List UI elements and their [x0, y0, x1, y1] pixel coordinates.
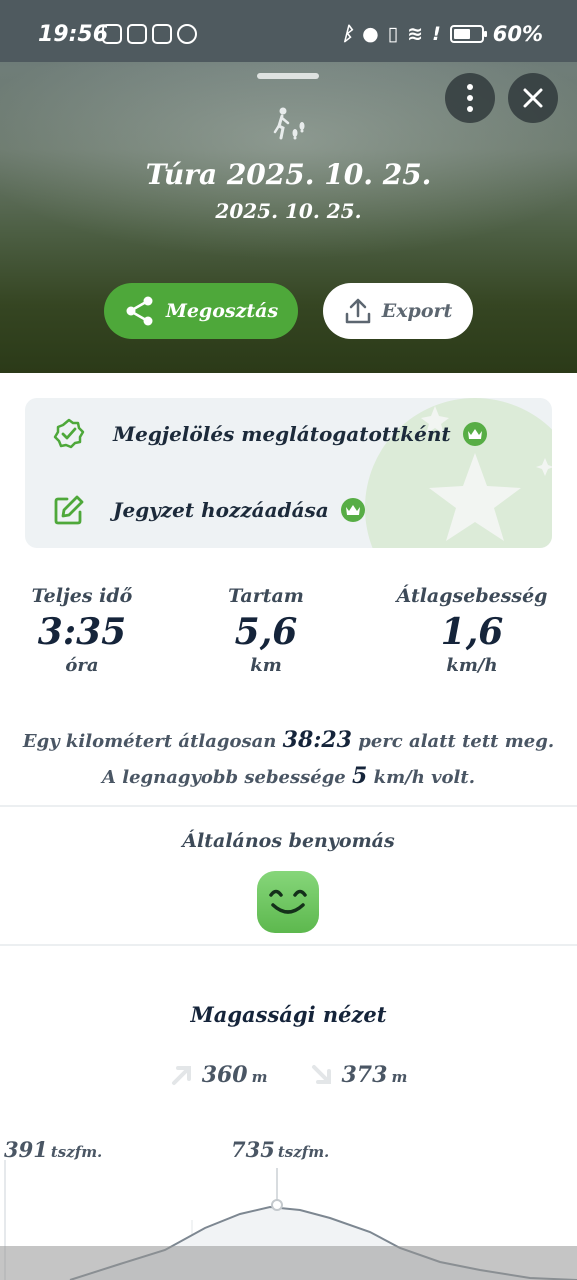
- messenger-icon: [177, 24, 197, 44]
- add-note-label: Jegyzet hozzáadása: [113, 498, 329, 522]
- share-icon: [126, 296, 153, 326]
- descent-value: 373: [341, 1062, 388, 1088]
- vibrate-icon: ▯: [387, 23, 399, 45]
- descent-unit: m: [391, 1068, 408, 1086]
- ascent-unit: m: [251, 1068, 268, 1086]
- stat-unit: óra: [65, 655, 99, 676]
- hiking-icon: [273, 107, 305, 140]
- pace-text: Egy kilométert átlagosan: [22, 731, 277, 752]
- stat-value: 5,6: [234, 611, 298, 653]
- edit-note-icon: [54, 495, 84, 525]
- alert-icon: !: [432, 23, 441, 45]
- stat-label: Tartam: [228, 585, 304, 607]
- more-vertical-icon: [467, 84, 473, 112]
- instagram-icon: [152, 24, 172, 44]
- elevation-unit: tszfm.: [50, 1143, 103, 1161]
- stat-value: 1,6: [440, 611, 504, 653]
- impression-title: Általános benyomás: [182, 830, 395, 852]
- stat-total-time: Teljes idő 3:35 óra: [22, 585, 142, 676]
- export-label: Export: [381, 300, 453, 322]
- drag-handle[interactable]: [257, 73, 319, 79]
- instagram-icon: [127, 24, 147, 44]
- share-label: Megosztás: [165, 300, 279, 322]
- mark-visited-label: Megjelölés meglátogatottként: [113, 422, 451, 446]
- export-button[interactable]: Export: [323, 283, 473, 339]
- stat-label: Átlagsebesség: [396, 585, 548, 607]
- status-bar: 19:56 ᛒ ● ▯ ≋ ! 60%: [0, 0, 577, 62]
- hero-header: 19:56 ᛒ ● ▯ ≋ ! 60% Túra 2025. 10. 25. 2…: [0, 0, 577, 373]
- smiley-face-icon[interactable]: [257, 871, 319, 933]
- elevation-stats: 360 m 373 m: [0, 1062, 577, 1088]
- add-note-button[interactable]: Jegyzet hozzáadása: [53, 494, 365, 526]
- crown-icon: [462, 422, 487, 446]
- stat-unit: km/h: [446, 655, 498, 676]
- max-speed-text-end: km/h volt.: [373, 767, 475, 788]
- descent-stat: 373 m: [310, 1062, 408, 1088]
- trip-title: Túra 2025. 10. 25.: [145, 158, 432, 191]
- battery-icon: [449, 25, 487, 43]
- stat-average-speed: Átlagsebesség 1,6 km/h: [386, 585, 558, 676]
- min-elevation-label: 391 tszfm.: [4, 1137, 102, 1162]
- crown-icon: [340, 498, 365, 522]
- share-button[interactable]: Megosztás: [104, 283, 298, 339]
- stat-unit: km: [250, 655, 282, 676]
- more-options-button[interactable]: [445, 73, 495, 123]
- premium-actions-card: Megjelölés meglátogatottként Jegyzet hoz…: [25, 398, 552, 548]
- smiley-face-graphic: [269, 889, 307, 914]
- bottom-overlay: [0, 1246, 577, 1280]
- arrow-up-right-icon: [171, 1066, 191, 1085]
- mark-visited-button[interactable]: Megjelölés meglátogatottként: [53, 418, 487, 450]
- system-icons: ᛒ ● ▯ ≋ ! 60%: [342, 22, 543, 46]
- bluetooth-icon: ᛒ: [341, 23, 354, 45]
- min-elevation-value: 391: [4, 1137, 48, 1162]
- max-speed-value: 5: [352, 763, 368, 789]
- close-button[interactable]: [508, 73, 558, 123]
- stat-label: Teljes idő: [31, 585, 133, 607]
- max-speed-text: A legnagyobb sebessége: [102, 767, 346, 788]
- pace-summary: Egy kilométert átlagosan 38:23 perc alat…: [0, 727, 577, 753]
- pace-text-end: perc alatt tett meg.: [358, 731, 555, 752]
- stat-value: 3:35: [37, 611, 127, 653]
- max-elevation-point: [271, 1199, 283, 1211]
- max-speed-summary: A legnagyobb sebessége 5 km/h volt.: [0, 763, 577, 789]
- divider: [0, 805, 577, 807]
- elevation-title: Magassági nézet: [190, 1002, 387, 1027]
- trip-date: 2025. 10. 25.: [215, 199, 362, 223]
- divider: [0, 944, 577, 946]
- pace-value: 38:23: [282, 727, 352, 753]
- max-elevation-label: 735 tszfm.: [231, 1137, 329, 1162]
- trip-stats: Teljes idő 3:35 óra Tartam 5,6 km Átlags…: [0, 585, 577, 695]
- ascent-value: 360: [201, 1062, 248, 1088]
- battery-level: 60%: [492, 22, 543, 46]
- close-icon: [523, 88, 543, 108]
- ascent-stat: 360 m: [170, 1062, 268, 1088]
- location-icon: ●: [362, 23, 379, 45]
- arrow-down-right-icon: [311, 1065, 331, 1084]
- stat-distance: Tartam 5,6 km: [206, 585, 326, 676]
- max-elevation-value: 735: [231, 1137, 275, 1162]
- wifi-icon: ≋: [407, 23, 424, 45]
- verified-check-icon: [53, 418, 85, 449]
- status-time: 19:56: [38, 22, 109, 47]
- elevation-unit: tszfm.: [277, 1143, 330, 1161]
- upload-icon: [345, 298, 370, 324]
- nfc-icon: [102, 24, 122, 44]
- notification-icons: [102, 24, 197, 44]
